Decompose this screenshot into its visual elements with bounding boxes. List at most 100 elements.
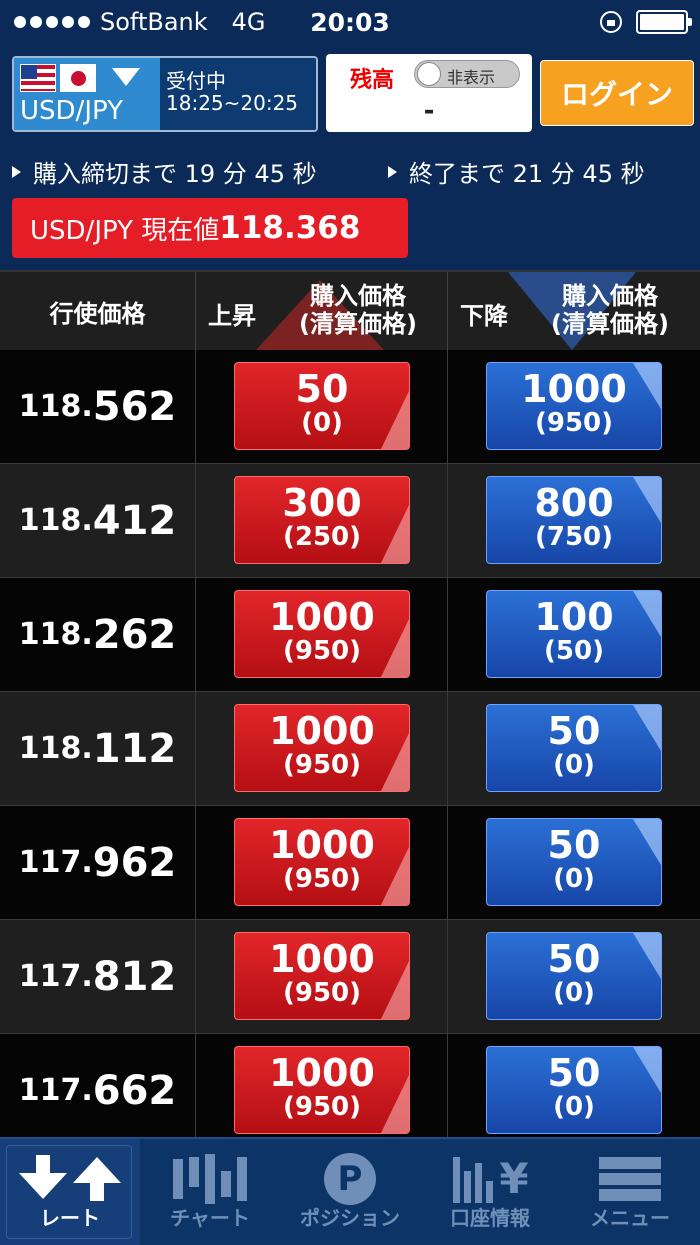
account-yen-icon: ¥ xyxy=(420,1151,560,1207)
strike-int: 117. xyxy=(18,845,93,880)
strike-price: 117. 662 xyxy=(0,1034,196,1147)
buy-up-button[interactable]: 1000 (950) xyxy=(234,704,410,792)
strike-dec: 962 xyxy=(92,839,177,886)
table-header: 行使価格 上昇 購入価格 (清算価格) 下降 購入価格 (清算価格) xyxy=(0,270,700,350)
strike-price: 118. 112 xyxy=(0,692,196,805)
buy-up-button[interactable]: 1000 (950) xyxy=(234,590,410,678)
end-text: 終了まで 21 分 45 秒 xyxy=(409,160,645,188)
tab-label: チャート xyxy=(170,1206,250,1230)
strike-dec: 562 xyxy=(92,383,177,430)
menu-icon xyxy=(560,1151,700,1207)
tab-account[interactable]: ¥ 口座情報 xyxy=(420,1139,560,1245)
balance-visibility-toggle[interactable]: 非表示 xyxy=(414,60,520,88)
tab-label: 口座情報 xyxy=(450,1206,530,1230)
buy-down-button[interactable]: 50 (0) xyxy=(486,932,662,1020)
buy-up-button[interactable]: 300 (250) xyxy=(234,476,410,564)
corner-up-icon xyxy=(381,505,409,563)
tab-label: メニュー xyxy=(590,1206,670,1230)
header-price-line2: (清算価格) xyxy=(551,310,669,338)
pair-left[interactable]: USD/JPY xyxy=(14,58,160,130)
tab-menu[interactable]: メニュー xyxy=(560,1139,700,1245)
header-up-label: 上昇 xyxy=(208,302,256,330)
header-price-line1: 購入価格 xyxy=(310,282,406,310)
down-cell: 50 (0) xyxy=(448,1034,700,1147)
balance-panel: 残高 非表示 - xyxy=(326,54,532,132)
buy-up-button[interactable]: 50 (0) xyxy=(234,362,410,450)
rate-arrows-icon xyxy=(0,1151,140,1207)
down-cell: 50 (0) xyxy=(448,920,700,1033)
position-p-icon: P xyxy=(280,1151,420,1207)
header-price-line1: 購入価格 xyxy=(562,282,658,310)
tab-bar: レート チャート P ポジション ¥ 口座情報 メニュー xyxy=(0,1137,700,1245)
corner-down-icon xyxy=(633,477,661,523)
up-cell: 1000 (950) xyxy=(196,806,448,919)
triangle-right-icon xyxy=(388,165,397,178)
down-settle: (0) xyxy=(553,1092,595,1122)
table-row: 118. 112 1000 (950) 50 (0) xyxy=(0,692,700,806)
buy-down-button[interactable]: 800 (750) xyxy=(486,476,662,564)
strike-dec: 112 xyxy=(92,725,177,772)
buy-up-button[interactable]: 1000 (950) xyxy=(234,1046,410,1134)
triangle-right-icon xyxy=(12,165,21,178)
strike-int: 118. xyxy=(18,389,93,424)
strike-dec: 662 xyxy=(92,1067,177,1114)
us-flag-icon xyxy=(20,64,56,92)
down-settle: (50) xyxy=(544,636,604,666)
rotation-lock-icon xyxy=(600,11,622,33)
toggle-label: 非表示 xyxy=(447,68,496,87)
corner-down-icon xyxy=(633,819,661,865)
table-row: 117. 812 1000 (950) 50 (0) xyxy=(0,920,700,1034)
buy-down-button[interactable]: 50 (0) xyxy=(486,1046,662,1134)
candlestick-icon xyxy=(140,1151,280,1207)
strike-dec: 812 xyxy=(92,953,177,1000)
up-cell: 1000 (950) xyxy=(196,1034,448,1147)
buy-up-button[interactable]: 1000 (950) xyxy=(234,818,410,906)
up-cell: 1000 (950) xyxy=(196,578,448,691)
strike-int: 117. xyxy=(18,1073,93,1108)
strike-price: 117. 962 xyxy=(0,806,196,919)
buy-down-button[interactable]: 50 (0) xyxy=(486,704,662,792)
toggle-knob[interactable] xyxy=(417,62,441,86)
current-rate-badge: USD/JPY 現在値 118.368 xyxy=(12,198,408,258)
tab-position[interactable]: P ポジション xyxy=(280,1139,420,1245)
up-cell: 300 (250) xyxy=(196,464,448,577)
table-row: 117. 962 1000 (950) 50 (0) xyxy=(0,806,700,920)
header-down-price: 購入価格 (清算価格) xyxy=(530,282,690,338)
header-up: 上昇 購入価格 (清算価格) xyxy=(196,272,448,350)
tab-chart[interactable]: チャート xyxy=(140,1139,280,1245)
down-settle: (950) xyxy=(534,408,614,438)
buy-up-button[interactable]: 1000 (950) xyxy=(234,932,410,1020)
buy-down-button[interactable]: 50 (0) xyxy=(486,818,662,906)
corner-down-icon xyxy=(633,933,661,979)
balance-value: - xyxy=(423,96,435,126)
header-down-label: 下降 xyxy=(460,302,508,330)
balance-label: 残高 xyxy=(350,68,395,93)
buy-down-button[interactable]: 1000 (950) xyxy=(486,362,662,450)
corner-down-icon xyxy=(633,363,661,409)
strike-dec: 412 xyxy=(92,497,177,544)
strike-int: 118. xyxy=(18,617,93,652)
buy-down-button[interactable]: 100 (50) xyxy=(486,590,662,678)
down-cell: 50 (0) xyxy=(448,692,700,805)
table-row: 118. 412 300 (250) 800 (750) xyxy=(0,464,700,578)
accept-hours: 18:25~20:25 xyxy=(166,91,299,115)
pair-name: USD/JPY xyxy=(20,96,123,126)
header-up-price: 購入価格 (清算価格) xyxy=(278,282,438,338)
header-price-line2: (清算価格) xyxy=(299,310,417,338)
strike-price: 118. 412 xyxy=(0,464,196,577)
login-button[interactable]: ログイン xyxy=(540,60,694,126)
header-strike: 行使価格 xyxy=(0,272,196,350)
strike-price: 117. 812 xyxy=(0,920,196,1033)
status-right xyxy=(600,10,692,34)
chevron-down-icon[interactable] xyxy=(112,68,140,86)
down-settle: (750) xyxy=(534,522,614,552)
tab-label: ポジション xyxy=(300,1206,400,1230)
tab-rate[interactable]: レート xyxy=(0,1139,140,1245)
corner-down-icon xyxy=(633,1047,661,1093)
down-settle: (0) xyxy=(553,864,595,894)
up-cell: 50 (0) xyxy=(196,350,448,463)
tab-label: レート xyxy=(40,1206,100,1230)
currency-pair-selector[interactable]: USD/JPY 受付中 18:25~20:25 xyxy=(12,56,318,132)
end-countdown: 終了まで 21 分 45 秒 xyxy=(388,154,645,189)
down-settle: (0) xyxy=(553,750,595,780)
